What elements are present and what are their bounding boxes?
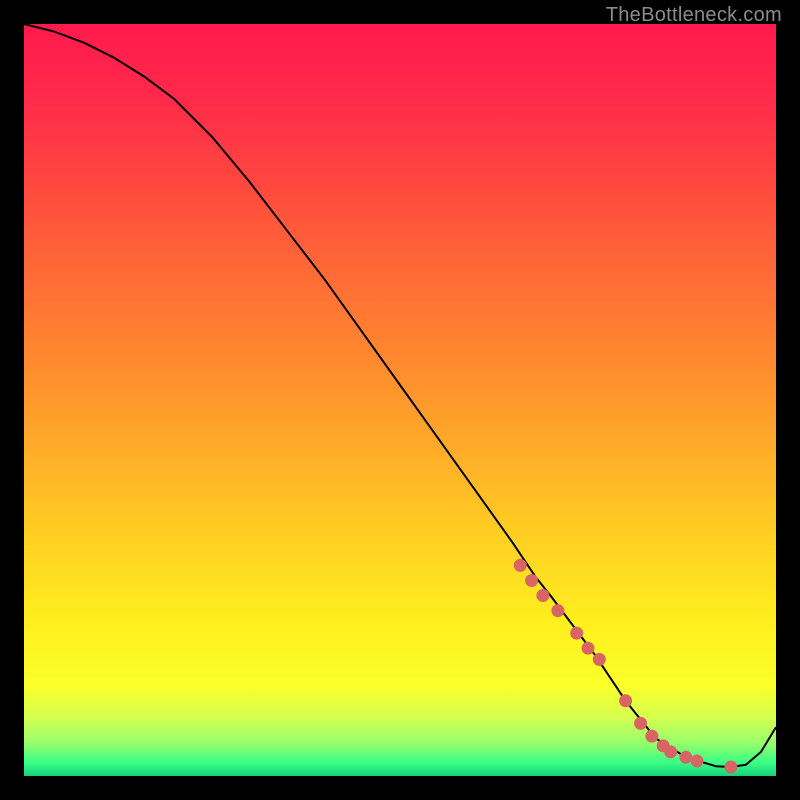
curve-marker <box>635 717 647 729</box>
curve-marker <box>571 627 583 639</box>
curve-marker <box>691 755 703 767</box>
curve-marker <box>514 559 526 571</box>
chart-container: TheBottleneck.com <box>0 0 800 800</box>
curve-marker <box>725 761 737 773</box>
curve-marker <box>665 746 677 758</box>
curve-marker <box>552 605 564 617</box>
plot-svg <box>0 0 800 800</box>
curve-marker <box>537 590 549 602</box>
curve-marker <box>526 575 538 587</box>
curve-marker <box>593 653 605 665</box>
plot-background <box>24 24 776 776</box>
curve-marker <box>646 730 658 742</box>
curve-marker <box>582 642 594 654</box>
curve-marker <box>680 751 692 763</box>
curve-marker <box>620 695 632 707</box>
